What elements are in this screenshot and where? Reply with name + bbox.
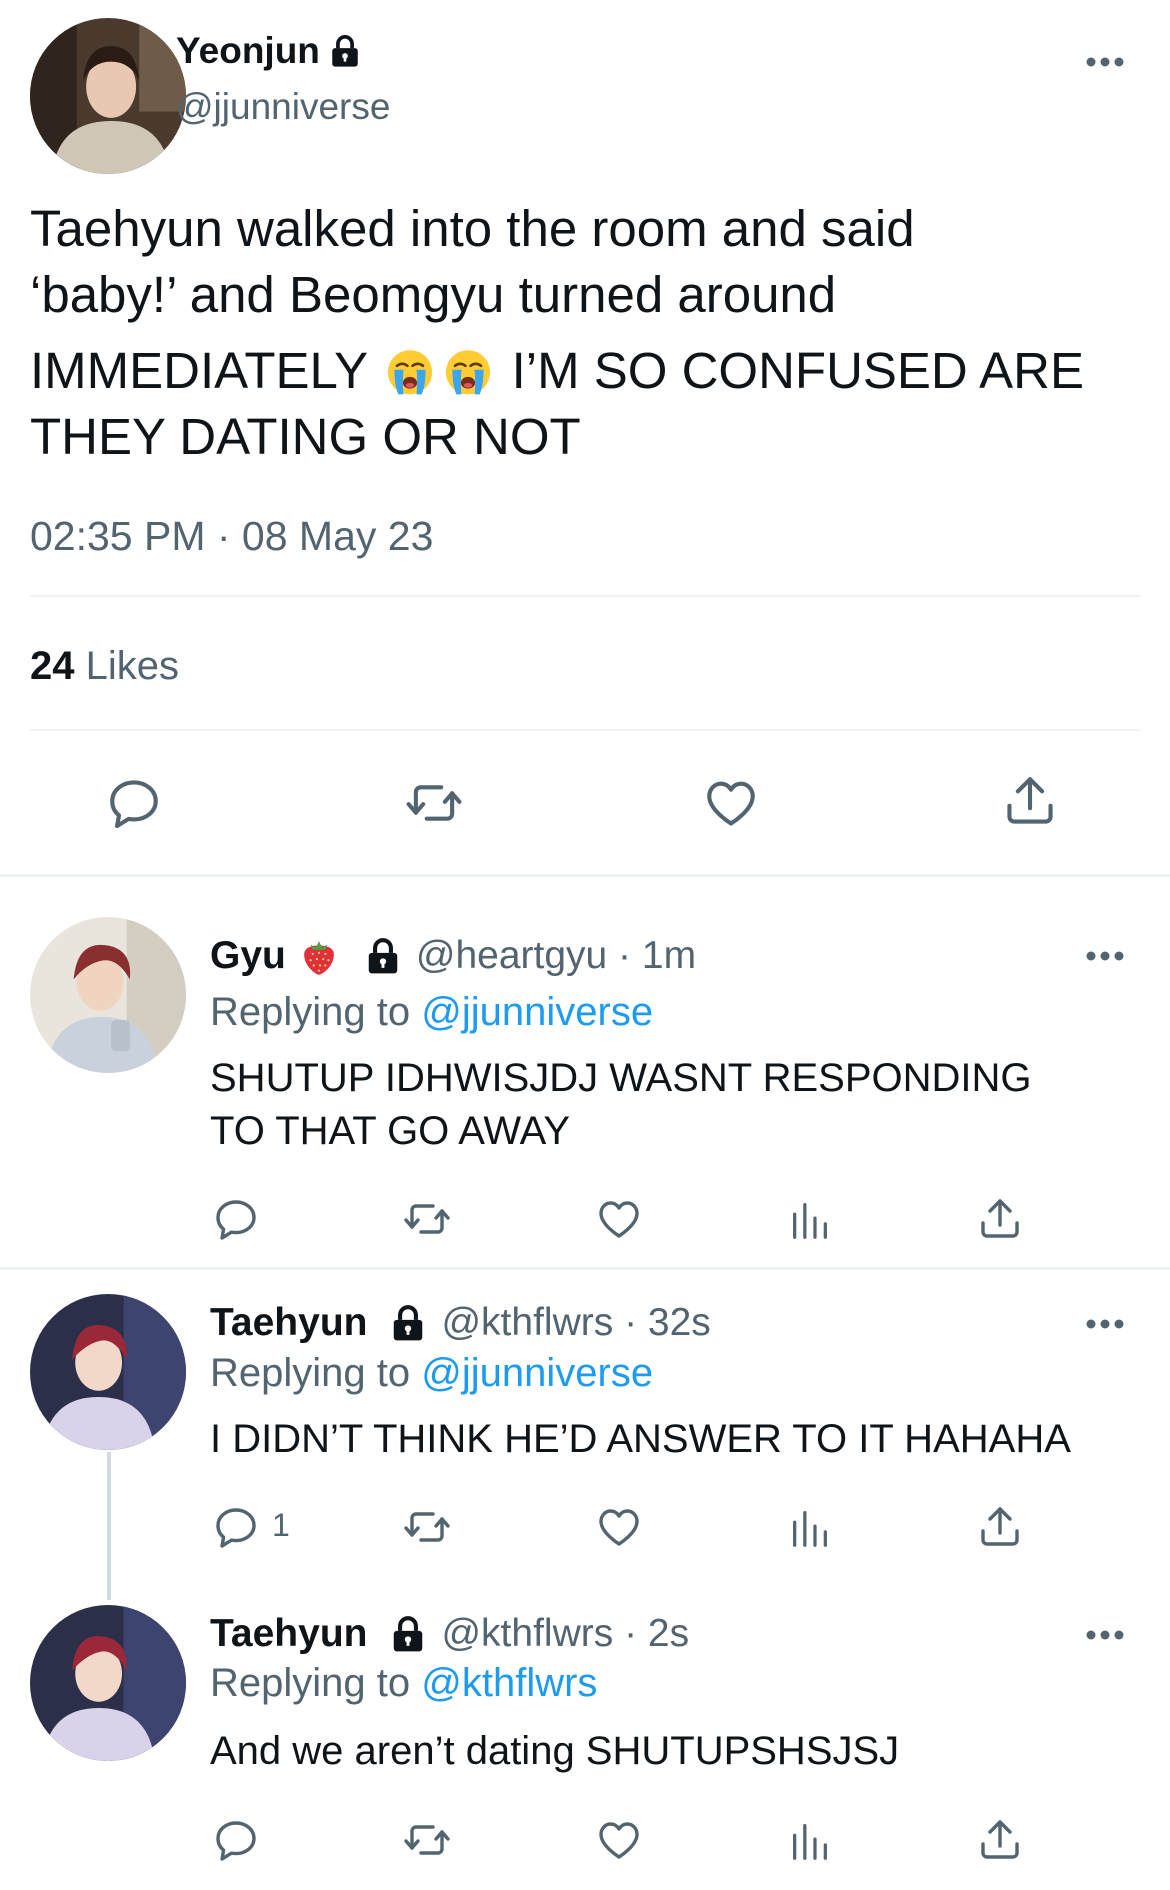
retweet-icon[interactable]	[400, 1195, 454, 1243]
handle-time[interactable]: @kthflwrs · 32s	[441, 1301, 710, 1345]
display-name[interactable]: Gyu	[210, 934, 286, 978]
likes-number: 24	[30, 644, 75, 688]
mention-link[interactable]: @kthflwrs	[421, 1661, 597, 1705]
avatar[interactable]	[30, 1294, 186, 1450]
loudly-crying-face-icon	[442, 345, 494, 397]
tweet-text: Taehyun walked into the room and said ‘b…	[30, 196, 1145, 470]
author-row: Taehyun @kthflwrs · 32s	[210, 1301, 711, 1345]
divider	[30, 729, 1140, 731]
lock-icon	[364, 937, 402, 975]
retweet-icon[interactable]	[400, 1816, 454, 1864]
section-divider	[0, 874, 1170, 877]
like-icon[interactable]	[701, 774, 761, 832]
tweet-text: I DIDN’T THINK HE’D ANSWER TO IT HAHAHA	[210, 1417, 1071, 1461]
retweet-icon[interactable]	[402, 774, 466, 832]
retweet-icon[interactable]	[400, 1503, 454, 1551]
tweet-text-line: THEY DATING OR NOT	[30, 408, 581, 465]
more-options-icon[interactable]	[1085, 1318, 1125, 1330]
main-tweet: Yeonjun @jjunniverse Taehyun walked into…	[0, 0, 1170, 877]
replying-to: Replying to @jjunniverse	[210, 1351, 653, 1396]
author-row: Taehyun @kthflwrs · 2s	[210, 1612, 689, 1656]
likes-count[interactable]: 24 Likes	[30, 644, 179, 689]
tweet-text-segment: I’M SO CONFUSED ARE	[511, 342, 1084, 399]
lock-icon	[389, 1304, 427, 1342]
lock-icon	[328, 34, 362, 68]
mention-link[interactable]: @jjunniverse	[421, 1351, 653, 1395]
analytics-icon[interactable]	[787, 1505, 833, 1551]
author-row: Yeonjun	[176, 30, 362, 72]
reply-icon[interactable]	[212, 1503, 260, 1551]
share-icon[interactable]	[976, 1503, 1024, 1551]
share-icon[interactable]	[976, 1195, 1024, 1243]
tweet-text: And we aren’t dating SHUTUPSHSJSJ	[210, 1729, 900, 1773]
replying-to: Replying to @kthflwrs	[210, 1661, 597, 1706]
replying-label: Replying to	[210, 1661, 411, 1705]
reply-count: 1	[272, 1507, 290, 1543]
tweet-text-line: Taehyun walked into the room and said	[30, 200, 915, 257]
more-options-icon[interactable]	[1085, 56, 1125, 68]
timestamp[interactable]: 02:35 PM · 08 May 23	[30, 513, 433, 560]
tweet-text-line: SHUTUP IDHWISJDJ WASNT RESPONDING	[210, 1056, 1032, 1100]
analytics-icon[interactable]	[787, 1197, 833, 1243]
tweet-text: SHUTUP IDHWISJDJ WASNT RESPONDING TO THA…	[210, 1052, 1130, 1158]
like-icon[interactable]	[594, 1816, 644, 1864]
mention-link[interactable]: @jjunniverse	[421, 990, 653, 1034]
tweet-text-line: IMMEDIATELY I’M SO CONFUSED ARE	[30, 338, 1145, 404]
replying-label: Replying to	[210, 1351, 411, 1395]
handle-time[interactable]: @heartgyu · 1m	[416, 934, 696, 978]
tweet-text-line: ‘baby!’ and Beomgyu turned around	[30, 266, 837, 323]
likes-label: Likes	[85, 644, 180, 688]
reply-icon[interactable]	[105, 774, 163, 832]
avatar[interactable]	[30, 18, 186, 174]
tweet-text-segment: IMMEDIATELY	[30, 342, 368, 399]
reply-icon[interactable]	[212, 1816, 260, 1864]
replying-label: Replying to	[210, 990, 411, 1034]
handle-time[interactable]: @kthflwrs · 2s	[441, 1612, 689, 1656]
lock-icon	[389, 1615, 427, 1653]
display-name[interactable]: Yeonjun	[176, 30, 320, 72]
more-options-icon[interactable]	[1085, 1629, 1125, 1641]
avatar[interactable]	[30, 917, 186, 1073]
strawberry-icon	[298, 935, 340, 977]
handle[interactable]: @jjunniverse	[176, 86, 390, 128]
share-icon[interactable]	[1001, 772, 1059, 830]
display-name[interactable]: Taehyun	[210, 1301, 367, 1345]
share-icon[interactable]	[976, 1816, 1024, 1864]
reply-icon[interactable]	[212, 1195, 260, 1243]
avatar[interactable]	[30, 1605, 186, 1761]
analytics-icon[interactable]	[787, 1818, 833, 1864]
thread-line	[107, 1452, 111, 1600]
more-options-icon[interactable]	[1085, 950, 1125, 962]
tweet-text-line: TO THAT GO AWAY	[210, 1109, 571, 1153]
loudly-crying-face-icon	[384, 345, 436, 397]
like-icon[interactable]	[594, 1195, 644, 1243]
display-name[interactable]: Taehyun	[210, 1612, 367, 1656]
divider	[30, 595, 1140, 597]
replying-to: Replying to @jjunniverse	[210, 990, 653, 1035]
section-divider	[0, 1267, 1170, 1270]
author-row: Gyu @heartgyu · 1m	[210, 934, 696, 978]
like-icon[interactable]	[594, 1503, 644, 1551]
